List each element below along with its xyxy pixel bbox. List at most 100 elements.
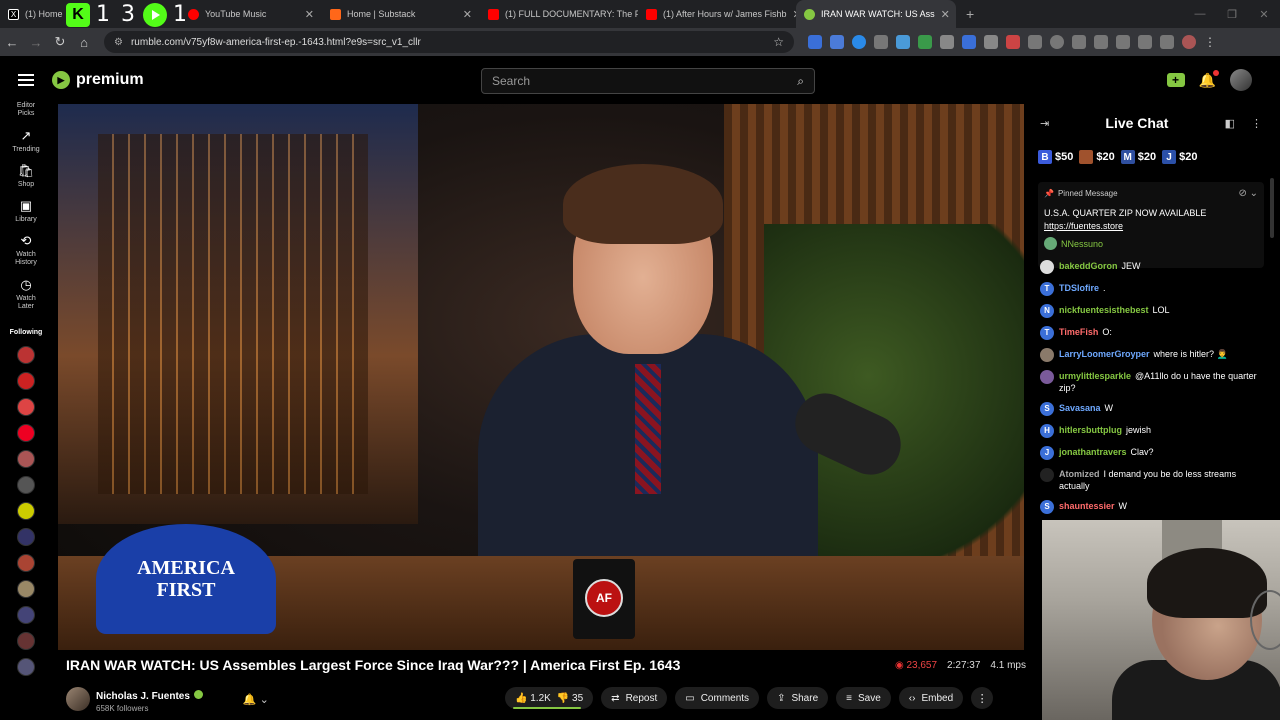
chat-username[interactable]: TDSlofire <box>1059 283 1099 293</box>
browser-menu-icon[interactable]: ⋮ <box>1204 35 1216 49</box>
devtools-icon[interactable] <box>1094 35 1108 49</box>
close-window-icon[interactable]: ✕ <box>1248 8 1280 21</box>
following-channel-avatar[interactable] <box>17 632 35 650</box>
extension-icon[interactable] <box>874 35 888 49</box>
chat-user-avatar[interactable] <box>1040 348 1054 362</box>
back-icon[interactable]: ← <box>0 35 24 50</box>
chat-username[interactable]: nickfuentesisthebest <box>1059 305 1149 315</box>
extension-icon[interactable] <box>1072 35 1086 49</box>
chat-username[interactable]: urmylittlesparkle <box>1059 371 1131 381</box>
following-channel-avatar[interactable] <box>17 658 35 676</box>
hamburger-menu-icon[interactable] <box>0 74 52 86</box>
following-channel-avatar[interactable] <box>17 502 35 520</box>
sidebar-item-watch-later[interactable]: ◷ Watch Later <box>0 277 52 311</box>
sidebar-item-editor-picks[interactable]: Editor Picks <box>0 102 52 118</box>
chat-user-avatar[interactable] <box>1040 468 1054 482</box>
chat-scrollbar[interactable] <box>1270 178 1274 238</box>
chat-username[interactable]: jonathantravers <box>1059 447 1127 457</box>
chat-user-avatar[interactable]: J <box>1040 446 1054 460</box>
browser-tab[interactable]: X (1) Home <box>0 0 68 28</box>
reload-icon[interactable]: ↻ <box>48 34 72 50</box>
following-channel-avatar[interactable] <box>17 580 35 598</box>
profile-avatar[interactable] <box>1182 35 1196 49</box>
chat-username[interactable]: TimeFish <box>1059 327 1098 337</box>
close-tab-icon[interactable]: ✕ <box>787 8 796 21</box>
like-button[interactable]: 👍 1.2K <box>515 693 551 704</box>
chat-user-avatar[interactable]: H <box>1040 424 1054 438</box>
maximize-icon[interactable]: ❐ <box>1216 8 1248 21</box>
extension-icon[interactable] <box>896 35 910 49</box>
forward-icon[interactable]: → <box>24 35 48 50</box>
following-channel-avatar[interactable] <box>17 476 35 494</box>
bookmark-star-icon[interactable]: ☆ <box>773 35 784 49</box>
extension-icon[interactable] <box>984 35 998 49</box>
browser-tab[interactable]: (1) FULL DOCUMENTARY: The F ✕ <box>480 0 638 28</box>
rant-chip[interactable]: B $50 <box>1038 150 1073 164</box>
chat-username[interactable]: bakeddGoron <box>1059 261 1118 271</box>
notification-bell-button[interactable]: 🔔 ⌄ <box>243 693 269 706</box>
save-button[interactable]: ≡ Save <box>836 687 891 709</box>
chat-user-avatar[interactable] <box>1040 260 1054 274</box>
channel-name[interactable]: Nicholas J. Fuentes <box>96 691 190 702</box>
chat-username[interactable]: LarryLoomerGroyper <box>1059 349 1150 359</box>
extension-icon[interactable] <box>808 35 822 49</box>
chat-user-avatar[interactable]: S <box>1040 402 1054 416</box>
sidebar-item-trending[interactable]: ↗ Trending <box>0 128 52 153</box>
video-player[interactable]: AMERICA FIRST AF <box>58 104 1024 650</box>
upload-icon[interactable]: + <box>1166 73 1185 87</box>
history-icon[interactable] <box>1050 35 1064 49</box>
sidebar-item-watch-history[interactable]: ⟲ Watch History <box>0 233 52 267</box>
following-channel-avatar[interactable] <box>17 398 35 416</box>
chat-menu-icon[interactable]: ⋮ <box>1251 117 1262 130</box>
embed-button[interactable]: ‹› Embed <box>898 687 964 709</box>
repost-button[interactable]: ⇄ Repost <box>601 687 668 709</box>
following-channel-avatar[interactable] <box>17 346 35 364</box>
chat-user-avatar[interactable]: T <box>1040 282 1054 296</box>
browser-tab[interactable]: (1) After Hours w/ James Fishb ✕ <box>638 0 796 28</box>
sidebar-item-shop[interactable]: 🛍 Shop <box>0 163 52 188</box>
dislike-button[interactable]: 👎 35 <box>557 693 583 704</box>
following-channel-avatar[interactable] <box>17 528 35 546</box>
chat-user-avatar[interactable]: S <box>1040 500 1054 514</box>
chat-user-avatar[interactable] <box>1040 370 1054 384</box>
notifications-bell-icon[interactable]: 🔔 <box>1199 69 1219 89</box>
home-icon[interactable]: ⌂ <box>72 35 96 50</box>
chat-username[interactable]: hitlersbuttplug <box>1059 425 1122 435</box>
following-channel-avatar[interactable] <box>17 424 35 442</box>
close-tab-icon[interactable]: ✕ <box>299 8 314 21</box>
following-channel-avatar[interactable] <box>17 372 35 390</box>
following-channel-avatar[interactable] <box>17 554 35 572</box>
user-avatar[interactable] <box>1230 69 1252 91</box>
extension-icon[interactable] <box>940 35 954 49</box>
channel-avatar[interactable] <box>66 687 90 711</box>
more-options-icon[interactable]: ⋮ <box>971 687 994 709</box>
extension-icon[interactable] <box>918 35 932 49</box>
chat-user-avatar[interactable]: T <box>1040 326 1054 340</box>
extension-icon[interactable] <box>852 35 866 49</box>
hide-pinned-icon[interactable]: ⊘ ⌄ <box>1238 188 1258 199</box>
comments-button[interactable]: ▭ Comments <box>675 687 760 709</box>
browser-tab-active[interactable]: IRAN WAR WATCH: US Ass ✕ <box>796 0 956 28</box>
chat-username[interactable]: Atomized <box>1059 469 1100 479</box>
sidepanel-icon[interactable] <box>1116 35 1130 49</box>
following-channel-avatar[interactable] <box>17 450 35 468</box>
pinned-author-name[interactable]: NNessuno <box>1061 239 1103 249</box>
extension-icon[interactable] <box>1006 35 1020 49</box>
rant-chip[interactable]: $20 <box>1079 150 1115 164</box>
search-input[interactable]: Search ⌕ <box>481 68 815 94</box>
extension-icon[interactable] <box>1160 35 1174 49</box>
extension-icon[interactable] <box>962 35 976 49</box>
collapse-chat-icon[interactable]: ⇥ <box>1040 117 1049 130</box>
extension-icon[interactable] <box>1138 35 1152 49</box>
close-tab-icon[interactable]: ✕ <box>935 8 950 21</box>
url-field[interactable]: ⚙ rumble.com/v75yf8w-america-first-ep.-1… <box>104 31 794 53</box>
rant-chip[interactable]: M $20 <box>1120 150 1156 164</box>
popout-chat-icon[interactable]: ◧ <box>1225 117 1235 130</box>
pinned-link[interactable]: https://fuentes.store <box>1044 221 1123 231</box>
extensions-puzzle-icon[interactable] <box>1028 35 1042 49</box>
sidebar-item-library[interactable]: ▣ Library <box>0 198 52 223</box>
rant-chip[interactable]: J $20 <box>1162 150 1197 164</box>
following-channel-avatar[interactable] <box>17 606 35 624</box>
chat-user-avatar[interactable]: N <box>1040 304 1054 318</box>
rumble-logo[interactable]: ▶ premium <box>52 71 144 89</box>
